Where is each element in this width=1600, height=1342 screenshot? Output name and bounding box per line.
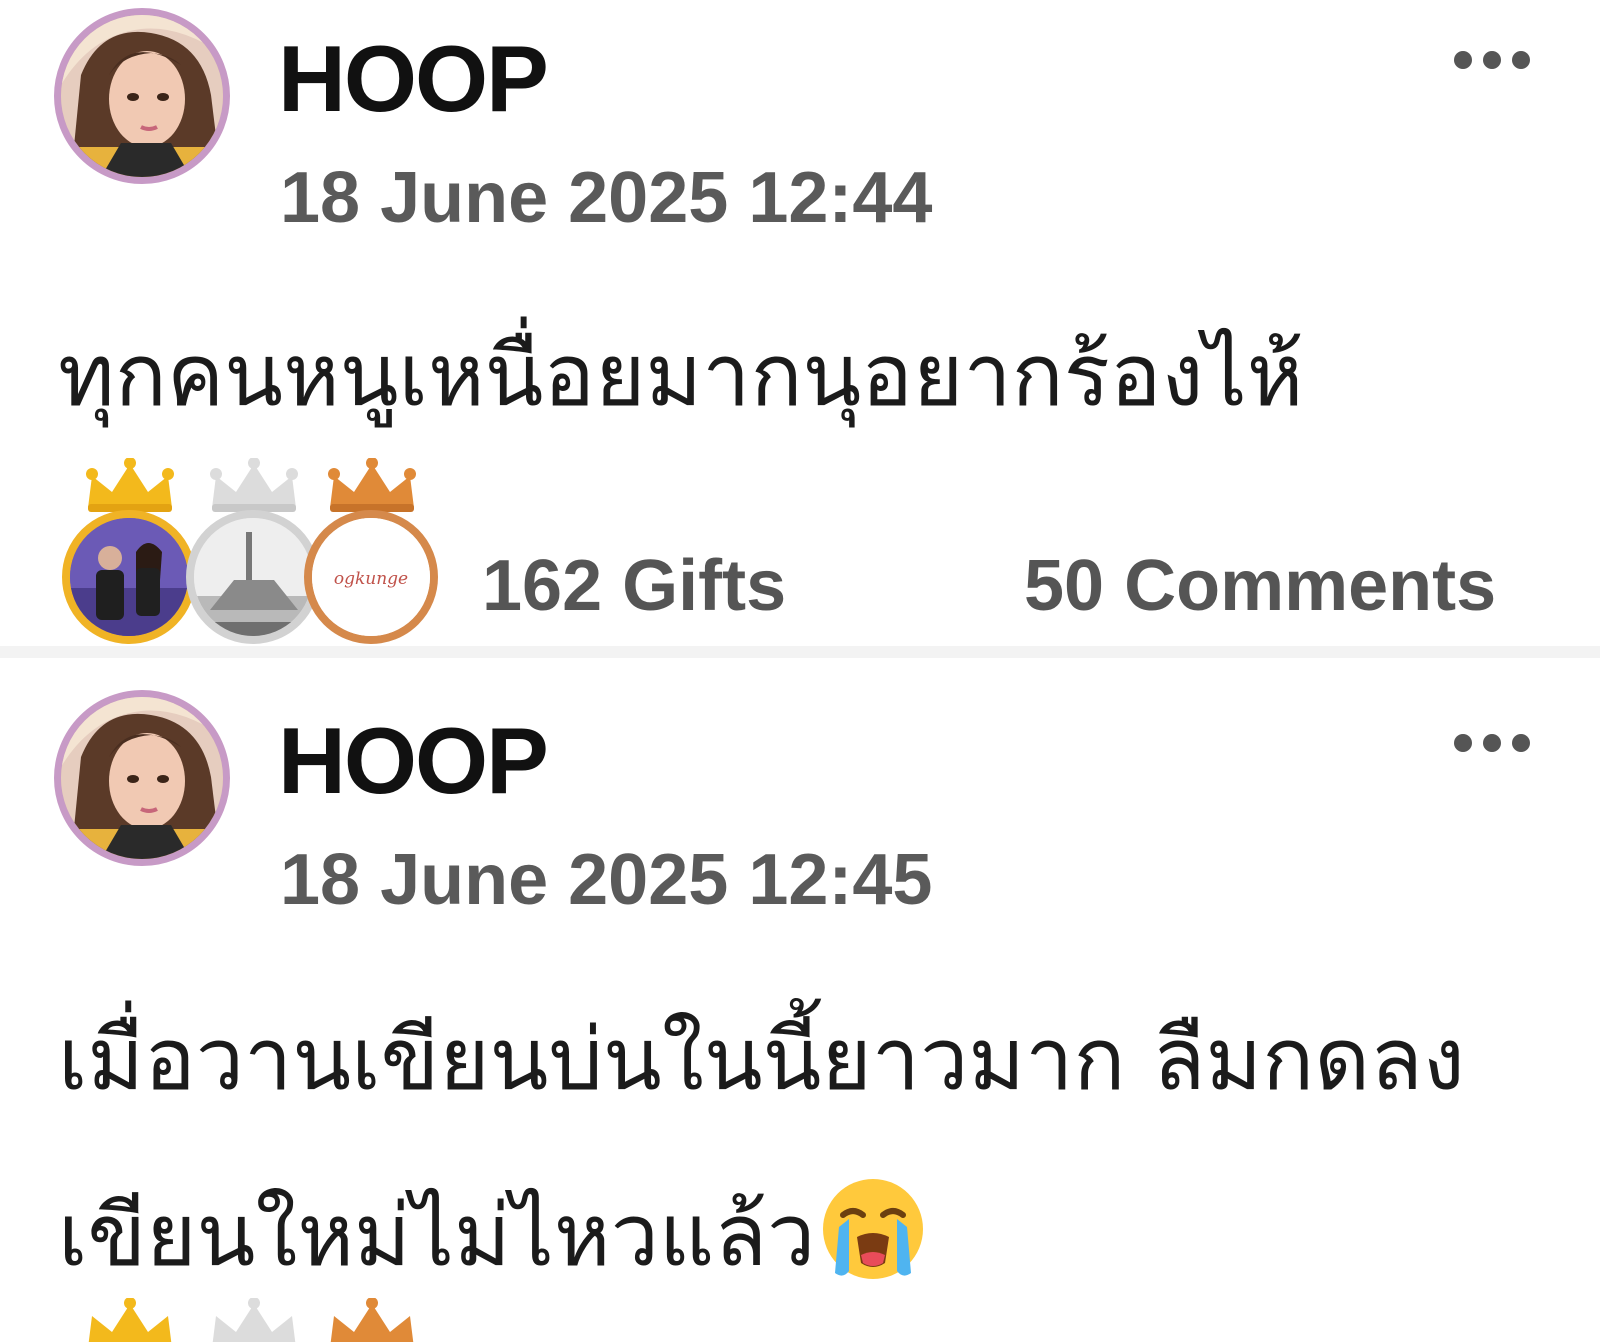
silver-crown-icon <box>210 458 298 512</box>
gifter-badge-text: ogkunge <box>334 569 408 589</box>
loudly-crying-face-icon <box>819 1166 927 1342</box>
post-text: ทุกคนหนูเหนื่อยมากนุอยากร้องไห้ <box>58 288 1304 464</box>
post-card: HOOP 18 June 2025 12:45 เมื่อวานเขียนบ่น… <box>0 658 1600 1342</box>
post-footer: ogkunge 162 Gifts 50 Comments <box>0 458 1600 644</box>
gold-crown-icon <box>86 458 174 512</box>
author-name[interactable]: HOOP <box>278 714 549 808</box>
top-gifter-avatar[interactable]: ogkunge <box>302 458 442 644</box>
author-avatar[interactable] <box>54 690 230 866</box>
post-text-line: เมื่อวานเขียนบ่นในนี้ยาวมาก ลืมกดลง <box>58 1010 1465 1110</box>
bronze-crown-icon <box>328 458 416 512</box>
more-horizontal-icon[interactable] <box>1452 728 1532 758</box>
gold-crown-icon <box>82 1298 178 1342</box>
post-timestamp: 18 June 2025 12:44 <box>280 158 933 238</box>
comments-count[interactable]: 50 Comments <box>1024 550 1496 622</box>
author-avatar[interactable] <box>54 8 230 184</box>
post-text-line-content: เขียนใหม่ไม่ไหวแล้ว <box>58 1186 816 1286</box>
silver-crown-icon <box>206 1298 302 1342</box>
bronze-crown-icon <box>324 1298 420 1342</box>
post-separator <box>0 646 1600 658</box>
post-card: HOOP 18 June 2025 12:44 ทุกคนหนูเหนื่อยม… <box>0 0 1600 646</box>
post-text: เมื่อวานเขียนบ่นในนี้ยาวมาก ลืมกดลง เขีย… <box>58 972 1465 1342</box>
more-horizontal-icon[interactable] <box>1452 45 1532 75</box>
post-text-line: ทุกคนหนูเหนื่อยมากนุอยากร้องไห้ <box>58 326 1304 426</box>
top-gifter-avatar[interactable] <box>60 458 200 644</box>
post-timestamp: 18 June 2025 12:45 <box>280 840 933 920</box>
gifts-count[interactable]: 162 Gifts <box>482 550 786 622</box>
author-name[interactable]: HOOP <box>278 32 549 126</box>
